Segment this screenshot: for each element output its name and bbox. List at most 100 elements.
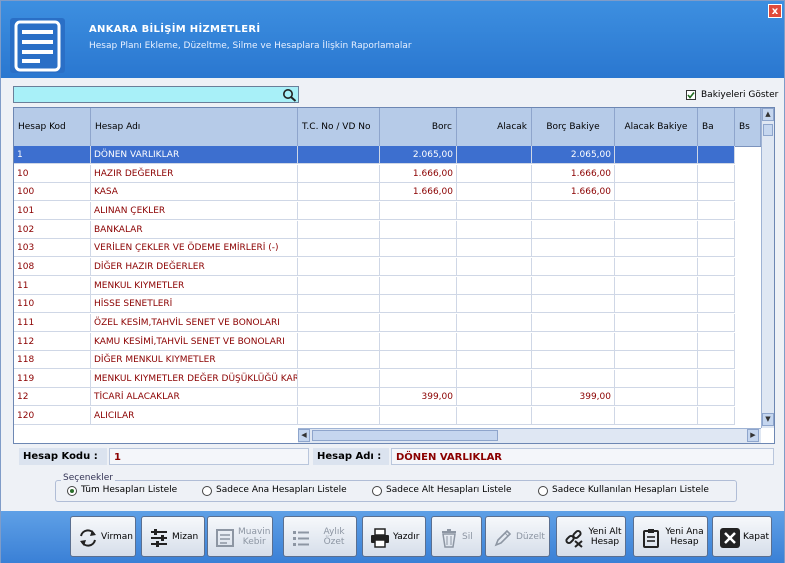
table-cell <box>298 201 380 220</box>
table-cell: 399,00 <box>532 388 615 407</box>
table-cell: HAZIR DEĞERLER <box>91 164 298 183</box>
column-header[interactable]: Bs <box>735 108 761 146</box>
hesap-kodu-value: 1 <box>109 448 309 465</box>
window-close-button[interactable]: x <box>768 4 782 18</box>
table-row[interactable]: 1 DÖNEN VARLIKLAR 2.065,00 2.065,00 <box>14 146 761 164</box>
table-cell <box>298 183 380 202</box>
table-cell <box>532 351 615 370</box>
table-cell <box>457 257 532 276</box>
scroll-up-icon[interactable]: ▲ <box>762 108 774 121</box>
table-cell <box>615 332 698 351</box>
scroll-left-icon[interactable]: ◀ <box>298 429 310 442</box>
table-cell: DÖNEN VARLIKLAR <box>91 146 298 164</box>
table-cell <box>615 239 698 258</box>
search-input[interactable] <box>16 88 276 101</box>
horizontal-scroll-thumb[interactable] <box>312 430 498 441</box>
column-header[interactable]: T.C. No / VD No <box>298 108 380 146</box>
option-label-2[interactable]: Sadece Alt Hesapları Listele <box>386 485 511 495</box>
hesap-adi-value: DÖNEN VARLIKLAR <box>391 448 774 465</box>
table-cell: 2.065,00 <box>380 146 457 164</box>
toolbar-button-3[interactable]: Aylık Özet <box>283 516 357 557</box>
table-cell: 120 <box>14 407 91 426</box>
table-row[interactable]: 112 KAMU KESİMİ,TAHVİL SENET VE BONOLARI <box>14 332 761 351</box>
table-cell <box>698 164 735 183</box>
option-radio-1[interactable] <box>202 486 212 496</box>
toolbar-button-9[interactable]: Kapat <box>712 516 772 557</box>
app-title: ANKARA BİLİŞİM HİZMETLERİ <box>89 24 261 35</box>
scroll-right-icon[interactable]: ▶ <box>747 429 759 442</box>
table-row[interactable]: 120 ALICILAR <box>14 407 761 426</box>
column-header[interactable]: Borç Bakiye <box>532 108 615 146</box>
table-cell: 111 <box>14 313 91 332</box>
table-cell <box>380 257 457 276</box>
scroll-down-icon[interactable]: ▼ <box>762 413 774 426</box>
toolbar-button-5[interactable]: Sil <box>431 516 482 557</box>
table-row[interactable]: 102 BANKALAR <box>14 220 761 239</box>
column-header[interactable]: Hesap Adı <box>91 108 298 146</box>
table-cell <box>457 351 532 370</box>
toolbar-button-2[interactable]: Muavin Kebir <box>207 516 273 557</box>
option-label-1[interactable]: Sadece Ana Hesapları Listele <box>216 485 347 495</box>
table-cell: 1.666,00 <box>380 164 457 183</box>
table-row[interactable]: 103 VERİLEN ÇEKLER VE ÖDEME EMİRLERİ (-) <box>14 239 761 258</box>
column-header[interactable]: Alacak <box>457 108 532 146</box>
option-radio-3[interactable] <box>538 486 548 496</box>
table-row[interactable]: 10 HAZIR DEĞERLER 1.666,00 1.666,00 <box>14 164 761 183</box>
table-cell: KASA <box>91 183 298 202</box>
table-cell <box>457 146 532 164</box>
toolbar-button-0[interactable]: Virman <box>70 516 136 557</box>
bakiyeleri-goster-checkbox[interactable] <box>686 90 696 100</box>
table-cell <box>532 201 615 220</box>
table-cell <box>298 388 380 407</box>
table-cell <box>380 351 457 370</box>
toolbar-button-7[interactable]: Yeni Alt Hesap <box>556 516 626 557</box>
table-cell: 1.666,00 <box>380 183 457 202</box>
horizontal-scrollbar[interactable]: ◀ ▶ <box>298 428 761 443</box>
option-radio-0[interactable] <box>67 486 77 496</box>
table-cell <box>698 220 735 239</box>
column-header[interactable]: Hesap Kod <box>14 108 91 146</box>
table-cell <box>698 257 735 276</box>
table-row[interactable]: 119 MENKUL KIYMETLER DEĞER DÜŞÜKLÜĞÜ KAR.… <box>14 369 761 388</box>
toolbar-button-1[interactable]: Mizan <box>141 516 205 557</box>
toolbar-button-4[interactable]: Yazdır <box>362 516 426 557</box>
table-cell <box>532 220 615 239</box>
table-cell <box>532 276 615 295</box>
search-icon[interactable] <box>282 88 297 102</box>
toolbar-button-8[interactable]: Yeni Ana Hesap <box>633 516 708 557</box>
hesap-kodu-label: Hesap Kodu : <box>19 448 107 465</box>
clipboard-icon <box>643 529 659 548</box>
table-cell <box>457 239 532 258</box>
table-cell: TİCARİ ALACAKLAR <box>91 388 298 407</box>
table-row[interactable]: 100 KASA 1.666,00 1.666,00 <box>14 183 761 202</box>
option-label-0[interactable]: Tüm Hesapları Listele <box>81 485 177 495</box>
option-label-3[interactable]: Sadece Kullanılan Hesapları Listele <box>552 485 709 495</box>
table-row[interactable]: 101 ALINAN ÇEKLER <box>14 201 761 220</box>
table-cell <box>457 183 532 202</box>
table-row[interactable]: 11 MENKUL KIYMETLER <box>14 276 761 295</box>
table-row[interactable]: 118 DİĞER MENKUL KIYMETLER <box>14 351 761 370</box>
table-cell <box>380 295 457 314</box>
option-radio-2[interactable] <box>372 486 382 496</box>
column-header[interactable]: Alacak Bakiye <box>615 108 698 146</box>
table-cell <box>615 201 698 220</box>
list-icon <box>293 531 309 546</box>
table-cell <box>380 407 457 426</box>
table-row[interactable]: 110 HİSSE SENETLERİ <box>14 295 761 314</box>
toolbar-button-6[interactable]: Düzelt <box>485 516 550 557</box>
table-row[interactable]: 12 TİCARİ ALACAKLAR 399,00 399,00 <box>14 388 761 407</box>
table-cell: 112 <box>14 332 91 351</box>
accounts-grid[interactable]: Hesap Kod Hesap Adı T.C. No / VD No Borc Ala… <box>13 107 775 444</box>
table-cell <box>380 276 457 295</box>
vertical-scroll-thumb[interactable] <box>763 124 773 136</box>
checkmark-icon <box>687 92 695 99</box>
vertical-scrollbar[interactable]: ▲ ▼ <box>761 108 774 428</box>
column-header[interactable]: Borc <box>380 108 457 146</box>
table-row[interactable]: 108 DİĞER HAZIR DEĞERLER <box>14 257 761 276</box>
column-header[interactable]: Ba <box>698 108 735 146</box>
table-cell <box>457 220 532 239</box>
table-cell <box>298 164 380 183</box>
table-cell: 118 <box>14 351 91 370</box>
table-row[interactable]: 111 ÖZEL KESİM,TAHVİL SENET VE BONOLARI <box>14 313 761 332</box>
table-cell: ALINAN ÇEKLER <box>91 201 298 220</box>
